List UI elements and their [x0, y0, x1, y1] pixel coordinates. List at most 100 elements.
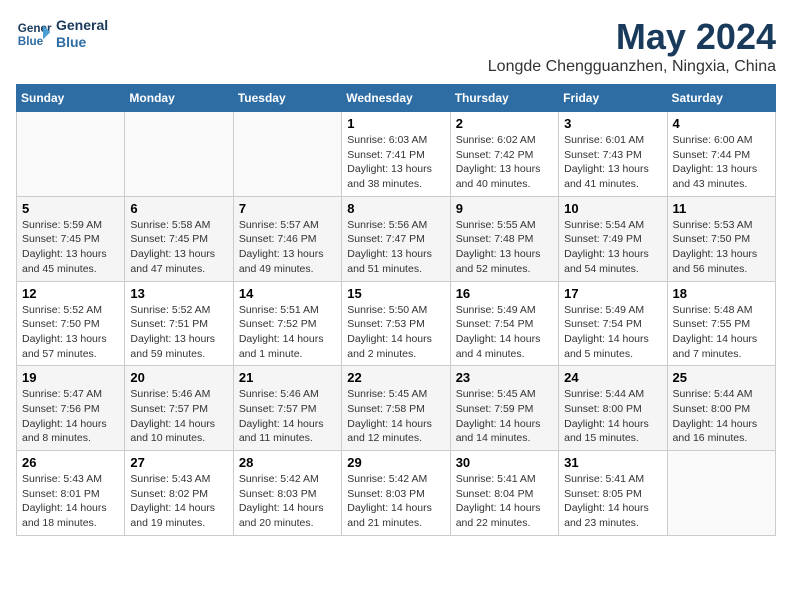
day-info: Sunrise: 5:46 AMSunset: 7:57 PMDaylight:…	[130, 387, 227, 446]
calendar-cell: 14 Sunrise: 5:51 AMSunset: 7:52 PMDayligh…	[233, 281, 341, 366]
calendar-cell: 12 Sunrise: 5:52 AMSunset: 7:50 PMDayligh…	[17, 281, 125, 366]
calendar-cell	[667, 451, 775, 536]
calendar-cell: 20 Sunrise: 5:46 AMSunset: 7:57 PMDayligh…	[125, 366, 233, 451]
calendar-cell: 3 Sunrise: 6:01 AMSunset: 7:43 PMDaylight…	[559, 112, 667, 197]
day-info: Sunrise: 5:59 AMSunset: 7:45 PMDaylight:…	[22, 218, 119, 277]
day-info: Sunrise: 5:58 AMSunset: 7:45 PMDaylight:…	[130, 218, 227, 277]
day-number: 19	[22, 370, 119, 385]
day-number: 16	[456, 286, 553, 301]
day-info: Sunrise: 5:47 AMSunset: 7:56 PMDaylight:…	[22, 387, 119, 446]
calendar-cell: 5Sunrise: 5:59 AMSunset: 7:45 PMDaylight…	[17, 196, 125, 281]
day-info: Sunrise: 5:43 AMSunset: 8:01 PMDaylight:…	[22, 472, 119, 531]
day-info: Sunrise: 6:00 AMSunset: 7:44 PMDaylight:…	[673, 133, 770, 192]
location-title: Longde Chengguanzhen, Ningxia, China	[488, 58, 776, 76]
day-info: Sunrise: 5:49 AMSunset: 7:54 PMDaylight:…	[564, 303, 661, 362]
calendar-cell: 26 Sunrise: 5:43 AMSunset: 8:01 PMDayligh…	[17, 451, 125, 536]
day-number: 11	[673, 201, 770, 216]
calendar-cell: 16 Sunrise: 5:49 AMSunset: 7:54 PMDayligh…	[450, 281, 558, 366]
day-number: 27	[130, 455, 227, 470]
day-number: 26	[22, 455, 119, 470]
calendar-week-row: 12 Sunrise: 5:52 AMSunset: 7:50 PMDayligh…	[17, 281, 776, 366]
day-info: Sunrise: 5:42 AMSunset: 8:03 PMDaylight:…	[347, 472, 444, 531]
logo: General Blue General Blue	[16, 16, 108, 52]
day-number: 1	[347, 116, 444, 131]
calendar-cell: 8 Sunrise: 5:56 AMSunset: 7:47 PMDaylight…	[342, 196, 450, 281]
calendar-cell: 30Sunrise: 5:41 AMSunset: 8:04 PMDayligh…	[450, 451, 558, 536]
calendar-cell: 11 Sunrise: 5:53 AMSunset: 7:50 PMDayligh…	[667, 196, 775, 281]
day-number: 9	[456, 201, 553, 216]
day-info: Sunrise: 5:41 AMSunset: 8:05 PMDaylight:…	[564, 472, 661, 531]
day-info: Sunrise: 5:51 AMSunset: 7:52 PMDaylight:…	[239, 303, 336, 362]
svg-text:Blue: Blue	[18, 35, 44, 48]
day-info: Sunrise: 5:44 AMSunset: 8:00 PMDaylight:…	[673, 387, 770, 446]
day-info: Sunrise: 5:50 AMSunset: 7:53 PMDaylight:…	[347, 303, 444, 362]
day-number: 20	[130, 370, 227, 385]
day-info: Sunrise: 5:54 AMSunset: 7:49 PMDaylight:…	[564, 218, 661, 277]
day-info: Sunrise: 5:43 AMSunset: 8:02 PMDaylight:…	[130, 472, 227, 531]
day-info: Sunrise: 5:57 AMSunset: 7:46 PMDaylight:…	[239, 218, 336, 277]
weekday-header-monday: Monday	[125, 85, 233, 112]
day-number: 3	[564, 116, 661, 131]
calendar-cell: 18Sunrise: 5:48 AMSunset: 7:55 PMDayligh…	[667, 281, 775, 366]
day-number: 22	[347, 370, 444, 385]
day-info: Sunrise: 5:56 AMSunset: 7:47 PMDaylight:…	[347, 218, 444, 277]
calendar-week-row: 26 Sunrise: 5:43 AMSunset: 8:01 PMDayligh…	[17, 451, 776, 536]
day-number: 21	[239, 370, 336, 385]
calendar-cell: 22 Sunrise: 5:45 AMSunset: 7:58 PMDayligh…	[342, 366, 450, 451]
day-number: 12	[22, 286, 119, 301]
weekday-header-friday: Friday	[559, 85, 667, 112]
day-info: Sunrise: 5:45 AMSunset: 7:58 PMDaylight:…	[347, 387, 444, 446]
calendar-cell: 2 Sunrise: 6:02 AMSunset: 7:42 PMDaylight…	[450, 112, 558, 197]
calendar-cell	[125, 112, 233, 197]
calendar-cell: 13 Sunrise: 5:52 AMSunset: 7:51 PMDayligh…	[125, 281, 233, 366]
day-info: Sunrise: 5:49 AMSunset: 7:54 PMDaylight:…	[456, 303, 553, 362]
day-number: 8	[347, 201, 444, 216]
calendar-cell: 21 Sunrise: 5:46 AMSunset: 7:57 PMDayligh…	[233, 366, 341, 451]
day-number: 17	[564, 286, 661, 301]
calendar-week-row: 19 Sunrise: 5:47 AMSunset: 7:56 PMDayligh…	[17, 366, 776, 451]
day-number: 30	[456, 455, 553, 470]
day-info: Sunrise: 5:52 AMSunset: 7:50 PMDaylight:…	[22, 303, 119, 362]
calendar-cell: 27 Sunrise: 5:43 AMSunset: 8:02 PMDayligh…	[125, 451, 233, 536]
calendar-cell: 1 Sunrise: 6:03 AMSunset: 7:41 PMDaylight…	[342, 112, 450, 197]
calendar-cell: 31 Sunrise: 5:41 AMSunset: 8:05 PMDayligh…	[559, 451, 667, 536]
calendar-cell	[233, 112, 341, 197]
weekday-header-tuesday: Tuesday	[233, 85, 341, 112]
day-number: 6	[130, 201, 227, 216]
calendar-cell: 10 Sunrise: 5:54 AMSunset: 7:49 PMDayligh…	[559, 196, 667, 281]
day-info: Sunrise: 5:45 AMSunset: 7:59 PMDaylight:…	[456, 387, 553, 446]
day-number: 14	[239, 286, 336, 301]
logo-text: General Blue	[56, 17, 108, 51]
day-number: 2	[456, 116, 553, 131]
day-info: Sunrise: 5:46 AMSunset: 7:57 PMDaylight:…	[239, 387, 336, 446]
day-number: 25	[673, 370, 770, 385]
calendar-cell: 19 Sunrise: 5:47 AMSunset: 7:56 PMDayligh…	[17, 366, 125, 451]
calendar-cell: 29 Sunrise: 5:42 AMSunset: 8:03 PMDayligh…	[342, 451, 450, 536]
page-header: General Blue General Blue May 2024 Longd…	[16, 16, 776, 76]
day-info: Sunrise: 5:53 AMSunset: 7:50 PMDaylight:…	[673, 218, 770, 277]
calendar-week-row: 1 Sunrise: 6:03 AMSunset: 7:41 PMDaylight…	[17, 112, 776, 197]
day-number: 29	[347, 455, 444, 470]
calendar-cell: 23Sunrise: 5:45 AMSunset: 7:59 PMDayligh…	[450, 366, 558, 451]
calendar-cell	[17, 112, 125, 197]
month-title: May 2024	[488, 16, 776, 58]
calendar-cell: 17 Sunrise: 5:49 AMSunset: 7:54 PMDayligh…	[559, 281, 667, 366]
calendar-cell: 24 Sunrise: 5:44 AMSunset: 8:00 PMDayligh…	[559, 366, 667, 451]
calendar-week-row: 5Sunrise: 5:59 AMSunset: 7:45 PMDaylight…	[17, 196, 776, 281]
day-number: 28	[239, 455, 336, 470]
day-info: Sunrise: 6:01 AMSunset: 7:43 PMDaylight:…	[564, 133, 661, 192]
day-number: 13	[130, 286, 227, 301]
calendar-cell: 28 Sunrise: 5:42 AMSunset: 8:03 PMDayligh…	[233, 451, 341, 536]
day-number: 24	[564, 370, 661, 385]
day-number: 10	[564, 201, 661, 216]
calendar-cell: 15Sunrise: 5:50 AMSunset: 7:53 PMDayligh…	[342, 281, 450, 366]
day-info: Sunrise: 5:55 AMSunset: 7:48 PMDaylight:…	[456, 218, 553, 277]
day-number: 7	[239, 201, 336, 216]
day-info: Sunrise: 5:42 AMSunset: 8:03 PMDaylight:…	[239, 472, 336, 531]
day-info: Sunrise: 5:44 AMSunset: 8:00 PMDaylight:…	[564, 387, 661, 446]
day-number: 31	[564, 455, 661, 470]
day-info: Sunrise: 6:02 AMSunset: 7:42 PMDaylight:…	[456, 133, 553, 192]
calendar-cell: 25 Sunrise: 5:44 AMSunset: 8:00 PMDayligh…	[667, 366, 775, 451]
day-info: Sunrise: 6:03 AMSunset: 7:41 PMDaylight:…	[347, 133, 444, 192]
day-info: Sunrise: 5:52 AMSunset: 7:51 PMDaylight:…	[130, 303, 227, 362]
